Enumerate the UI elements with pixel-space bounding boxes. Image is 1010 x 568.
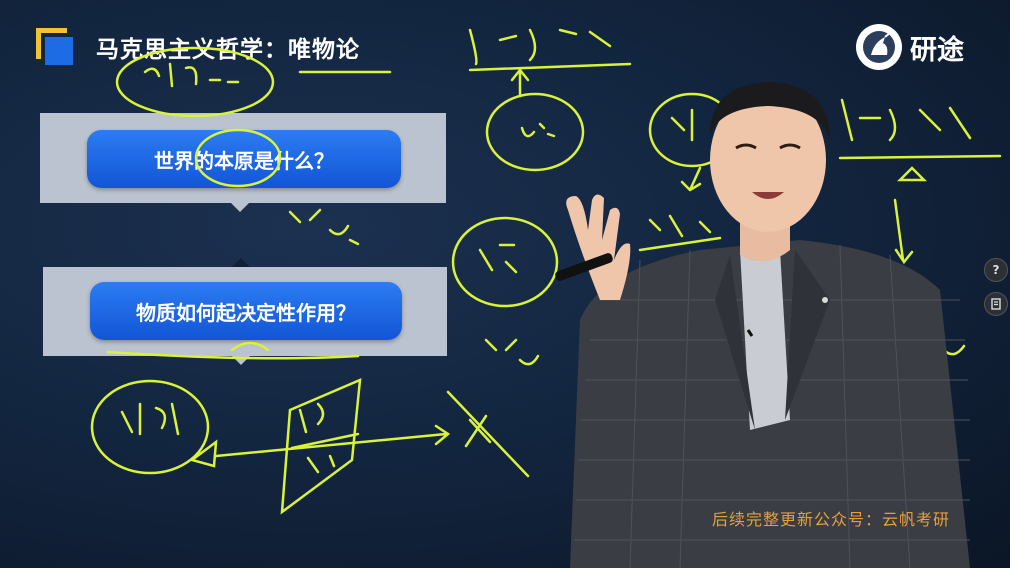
ink-box-chars — [298, 402, 336, 474]
ink-circle-benyuan — [194, 128, 282, 188]
note-icon[interactable] — [984, 292, 1008, 316]
watermark-text: 后续完整更新公众号：云帆考研 — [712, 510, 951, 529]
ink-jingshen-char — [478, 243, 518, 274]
ink-yishi-2 — [484, 338, 540, 366]
ink-eye-mark — [446, 390, 530, 478]
ink-wuzhi-char — [120, 402, 180, 436]
video-frame: 马克思主义哲学：唯物论 研途 世界的本原是什么？ 物质如何起决定性作用？ ? 后… — [0, 0, 1010, 568]
lecturer-hand — [566, 194, 631, 300]
ink-circle-wuzhi — [90, 379, 210, 475]
ink-yishi-1 — [288, 208, 360, 246]
lecturer — [555, 82, 970, 568]
ink-up-arrow — [510, 67, 530, 98]
ink-arrow-right — [214, 424, 451, 458]
help-button[interactable]: ? — [984, 258, 1008, 282]
ink-underline — [106, 341, 360, 360]
ink-scribble-top — [143, 62, 240, 88]
